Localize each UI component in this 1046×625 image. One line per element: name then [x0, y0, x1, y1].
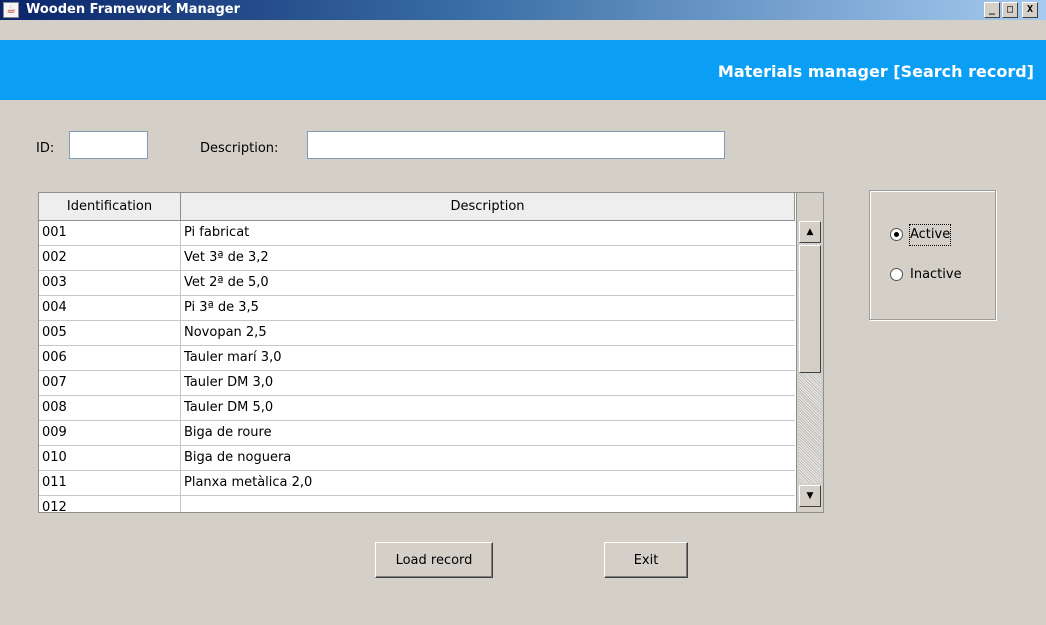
- table-row[interactable]: 005 Novopan 2,5: [39, 321, 795, 346]
- cell-description: Tauler DM 3,0: [184, 375, 274, 390]
- scroll-down-button[interactable]: ▼: [799, 485, 821, 507]
- exit-button[interactable]: Exit: [604, 542, 688, 578]
- table-row[interactable]: 010 Biga de noguera: [39, 446, 795, 471]
- table-row[interactable]: 012: [39, 496, 795, 512]
- radio-inactive-label: Inactive: [910, 267, 962, 282]
- cell-identification: 005: [39, 321, 181, 345]
- cell-identification: 010: [39, 446, 181, 470]
- cell-identification: 009: [39, 421, 181, 445]
- cell-description: Planxa metàlica 2,0: [184, 475, 313, 490]
- table-header: Identification Description: [39, 193, 795, 221]
- table-row[interactable]: 007 Tauler DM 3,0: [39, 371, 795, 396]
- radio-active-label: Active: [908, 224, 952, 246]
- table-row[interactable]: 011 Planxa metàlica 2,0: [39, 471, 795, 496]
- id-input[interactable]: [69, 131, 148, 159]
- radio-checked-icon[interactable]: [890, 228, 903, 241]
- cell-description: [181, 496, 795, 512]
- cell-identification: 012: [39, 496, 181, 512]
- cell-identification: 006: [39, 346, 181, 370]
- cell-description: Biga de noguera: [184, 450, 292, 465]
- cell-identification: 011: [39, 471, 181, 495]
- table-row[interactable]: 009 Biga de roure: [39, 421, 795, 446]
- status-radio-group: Active Inactive: [869, 190, 996, 320]
- cell-description: Tauler marí 3,0: [184, 350, 282, 365]
- radio-unchecked-icon[interactable]: [890, 268, 903, 281]
- column-header-description[interactable]: Description: [181, 193, 795, 220]
- window-titlebar[interactable]: ☕ Wooden Framework Manager _ □ X: [0, 0, 1046, 20]
- table-row[interactable]: 008 Tauler DM 5,0: [39, 396, 795, 421]
- description-input[interactable]: [307, 131, 725, 159]
- scrollbar-thumb[interactable]: [799, 245, 821, 373]
- table-row[interactable]: 004 Pi 3ª de 3,5: [39, 296, 795, 321]
- column-header-identification[interactable]: Identification: [39, 193, 181, 220]
- scroll-up-button[interactable]: ▲: [799, 221, 821, 243]
- table-row[interactable]: 002 Vet 3ª de 3,2: [39, 246, 795, 271]
- cell-identification: 004: [39, 296, 181, 320]
- table-scrollbar[interactable]: ▲ ▼: [796, 193, 823, 512]
- header-banner: Materials manager [Search record]: [0, 40, 1046, 100]
- page-title: Materials manager [Search record]: [717, 62, 1034, 81]
- cell-description: Pi fabricat: [184, 225, 250, 240]
- cell-description: Novopan 2,5: [184, 325, 267, 340]
- cell-description: Vet 3ª de 3,2: [184, 250, 269, 265]
- cell-description: Tauler DM 5,0: [184, 400, 274, 415]
- cell-identification: 001: [39, 221, 181, 245]
- cell-identification: 007: [39, 371, 181, 395]
- cell-identification: 003: [39, 271, 181, 295]
- id-label: ID:: [36, 141, 55, 156]
- cell-description: Pi 3ª de 3,5: [184, 300, 259, 315]
- window-title: Wooden Framework Manager: [26, 2, 241, 17]
- cell-description: Vet 2ª de 5,0: [184, 275, 269, 290]
- maximize-button[interactable]: □: [1002, 2, 1018, 18]
- table-row[interactable]: 003 Vet 2ª de 5,0: [39, 271, 795, 296]
- close-button[interactable]: X: [1022, 2, 1038, 18]
- java-icon: ☕: [3, 2, 19, 18]
- load-record-button[interactable]: Load record: [375, 542, 493, 578]
- table-row[interactable]: 006 Tauler marí 3,0: [39, 346, 795, 371]
- cell-identification: 002: [39, 246, 181, 270]
- description-label: Description:: [200, 141, 279, 156]
- cell-identification: 008: [39, 396, 181, 420]
- minimize-button[interactable]: _: [984, 2, 1000, 18]
- table-row[interactable]: 001 Pi fabricat: [39, 221, 795, 246]
- results-table[interactable]: Identification Description 001 Pi fabric…: [38, 192, 824, 513]
- cell-description: Biga de roure: [184, 425, 272, 440]
